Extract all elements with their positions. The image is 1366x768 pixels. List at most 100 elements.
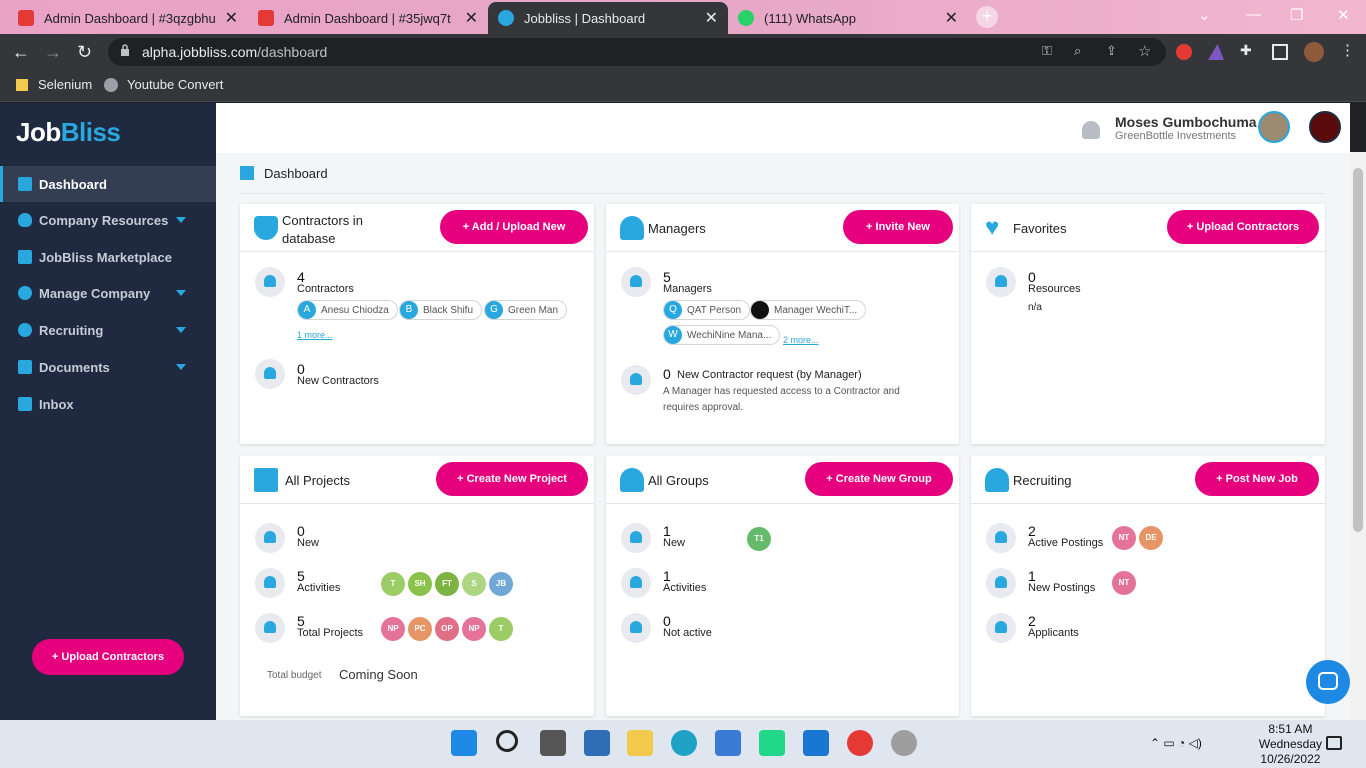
scrollbar-thumb[interactable] <box>1353 168 1363 532</box>
notification-icon[interactable] <box>1326 736 1342 750</box>
app-sidebar: JobBliss Dashboard Company Resources Job… <box>0 103 216 720</box>
create-new-group-button[interactable]: + Create New Group <box>805 462 953 496</box>
manager-chip[interactable]: W WechiNine Mana... <box>663 325 781 345</box>
extensions-puzzle-icon[interactable]: ✚ <box>1240 42 1256 58</box>
project-avatar[interactable]: PC <box>408 617 432 641</box>
vscode-icon[interactable] <box>803 730 829 756</box>
side-panel-icon[interactable] <box>1272 44 1288 60</box>
manager-chip[interactable]: Q QAT Person <box>663 300 751 320</box>
restore-icon[interactable]: ❐ <box>1290 6 1303 24</box>
new-contractors-label: New Contractors <box>297 375 379 387</box>
bell-icon[interactable] <box>1082 121 1100 139</box>
project-avatar[interactable]: S <box>462 572 486 596</box>
card-title: Managers <box>648 221 706 236</box>
chip-label: Manager WechiT... <box>774 304 858 316</box>
project-avatar[interactable]: NP <box>462 617 486 641</box>
upload-contractors-button[interactable]: + Upload Contractors <box>32 639 184 675</box>
browser-tab[interactable]: Admin Dashboard | #3qzgbhu ✕ <box>8 2 248 34</box>
sidebar-item-label: Dashboard <box>39 176 107 192</box>
sidebar-item-marketplace[interactable]: JobBliss Marketplace <box>0 239 216 275</box>
obs-icon[interactable] <box>891 730 917 756</box>
url-text: alpha.jobbliss.com/dashboard <box>142 44 328 60</box>
add-upload-new-button[interactable]: + Add / Upload New <box>440 210 588 244</box>
more-contractors-link[interactable]: 1 more... <box>297 330 333 340</box>
projects-card: All Projects + Create New Project 0 New … <box>240 456 594 716</box>
browser-tab[interactable]: (111) WhatsApp ✕ <box>728 2 968 34</box>
active-postings-label: Active Postings <box>1028 537 1104 549</box>
close-window-icon[interactable]: ✕ <box>1337 6 1350 24</box>
contractor-chip[interactable]: G Green Man <box>484 300 568 320</box>
key-icon[interactable]: ⚿ <box>1042 43 1058 59</box>
more-managers-link[interactable]: 2 more... <box>783 335 819 345</box>
extension-icon[interactable] <box>1208 44 1224 60</box>
bookmark-item[interactable]: Selenium <box>16 77 92 92</box>
pycharm-icon[interactable] <box>759 730 785 756</box>
sidebar-item-company-resources[interactable]: Company Resources <box>0 202 216 238</box>
edge-icon[interactable] <box>671 730 697 756</box>
close-tab-icon[interactable]: ✕ <box>945 8 958 28</box>
create-new-project-button[interactable]: + Create New Project <box>436 462 588 496</box>
task-view-icon[interactable] <box>540 730 566 756</box>
sidebar-item-documents[interactable]: Documents <box>0 349 216 385</box>
project-avatar[interactable]: T <box>381 572 405 596</box>
chrome-icon[interactable] <box>847 730 873 756</box>
store-icon[interactable] <box>715 730 741 756</box>
forward-icon[interactable]: → <box>44 42 62 63</box>
upload-contractors-card-button[interactable]: + Upload Contractors <box>1167 210 1319 244</box>
tab-search-icon[interactable]: ⌄ <box>1198 6 1211 24</box>
close-tab-icon[interactable]: ✕ <box>225 8 238 28</box>
zoom-icon[interactable]: ⌕ <box>1074 43 1090 59</box>
tab-title: (111) WhatsApp <box>764 10 857 26</box>
reload-icon[interactable]: ↻ <box>77 42 92 63</box>
posting-avatar[interactable]: NT <box>1112 526 1136 550</box>
user-avatar[interactable] <box>1258 111 1290 143</box>
chip-avatar <box>751 301 769 319</box>
back-icon[interactable]: ← <box>12 42 30 63</box>
project-avatar[interactable]: SH <box>408 572 432 596</box>
jobbliss-logo[interactable]: JobBliss <box>16 117 121 148</box>
bookmark-star-icon[interactable]: ☆ <box>1138 42 1154 60</box>
sidebar-item-manage-company[interactable]: Manage Company <box>0 275 216 311</box>
file-explorer-icon[interactable] <box>627 730 653 756</box>
sidebar-item-recruiting[interactable]: Recruiting <box>0 312 216 348</box>
sidebar-item-inbox[interactable]: Inbox <box>0 386 216 422</box>
minimize-icon[interactable]: — <box>1246 6 1261 23</box>
whatsapp-favicon-icon <box>738 10 754 26</box>
posting-avatar[interactable]: DE <box>1139 526 1163 550</box>
system-tray-icon[interactable]: ⌃ ▭ ◔ ◁) <box>1150 736 1202 750</box>
contractor-chip[interactable]: B Black Shifu <box>399 300 483 320</box>
project-avatar[interactable]: OP <box>435 617 459 641</box>
globe-icon <box>104 77 118 92</box>
groups-inactive-label: Not active <box>663 627 712 639</box>
search-icon[interactable] <box>496 730 518 752</box>
extension-icon[interactable] <box>1176 44 1192 60</box>
menu-kebab-icon[interactable]: ⋮ <box>1340 41 1356 59</box>
share-icon[interactable]: ⇪ <box>1106 43 1122 59</box>
new-tab-button[interactable]: + <box>976 6 998 28</box>
project-avatar[interactable]: NP <box>381 617 405 641</box>
posting-avatar[interactable]: NT <box>1112 571 1136 595</box>
widgets-icon[interactable] <box>584 730 610 756</box>
close-tab-icon[interactable]: ✕ <box>705 8 718 28</box>
manager-chip[interactable]: Manager WechiT... <box>750 300 867 320</box>
browser-tab-active[interactable]: Jobbliss | Dashboard ✕ <box>488 2 728 34</box>
company-avatar[interactable] <box>1309 111 1341 143</box>
system-clock[interactable]: 8:51 AM Wednesday 10/26/2022 <box>1259 722 1322 767</box>
windows-start-icon[interactable] <box>451 730 477 756</box>
chat-launcher-button[interactable] <box>1306 660 1350 704</box>
contractor-chip[interactable]: A Anesu Chiodza <box>297 300 398 320</box>
project-avatar[interactable]: FT <box>435 572 459 596</box>
post-new-job-button[interactable]: + Post New Job <box>1195 462 1319 496</box>
sidebar-item-dashboard[interactable]: Dashboard <box>0 166 216 202</box>
bookmark-item[interactable]: Youtube Convert <box>104 77 223 92</box>
card-header: Managers + Invite New <box>606 204 959 252</box>
clock-time: 8:51 AM <box>1268 722 1313 736</box>
close-tab-icon[interactable]: ✕ <box>465 8 478 28</box>
address-bar[interactable]: alpha.jobbliss.com/dashboard ⚿ ⌕ ⇪ ☆ <box>108 38 1166 66</box>
group-avatar[interactable]: T1 <box>747 527 771 551</box>
profile-avatar[interactable] <box>1304 42 1324 62</box>
browser-tab[interactable]: Admin Dashboard | #35jwq7t ✕ <box>248 2 488 34</box>
project-avatar[interactable]: T <box>489 617 513 641</box>
project-avatar[interactable]: JB <box>489 572 513 596</box>
invite-new-button[interactable]: + Invite New <box>843 210 953 244</box>
